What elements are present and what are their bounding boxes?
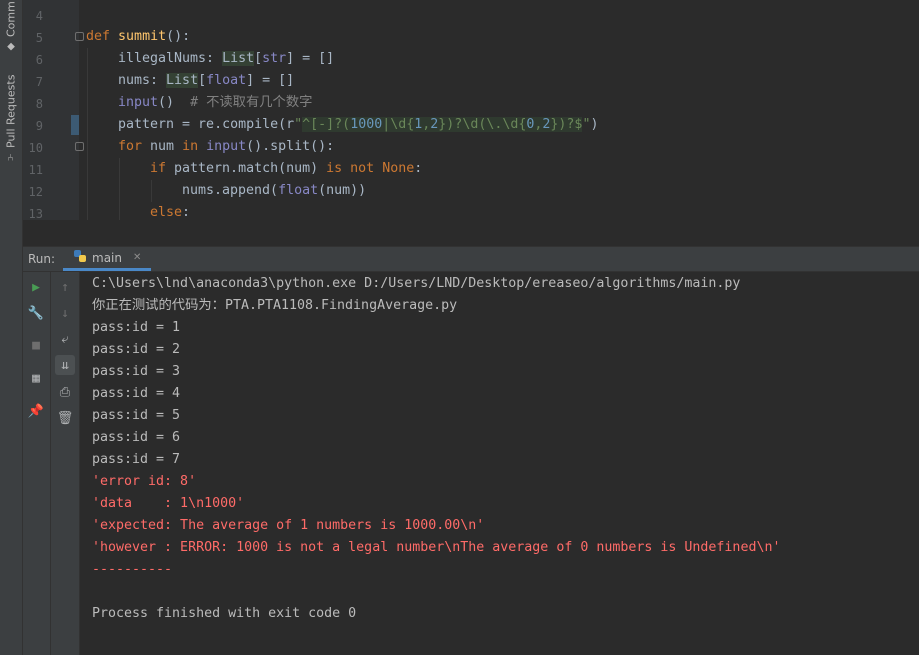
console-error-line: 'however : ERROR: 1000 is not a legal nu… [92, 540, 781, 555]
code-line-12: nums.append(float(num)) [182, 183, 367, 198]
console-error-line: 'error id: 8' [92, 474, 197, 489]
console-line: 你正在测试的代码为：PTA.PTA1108.FindingAverage.py [92, 298, 458, 313]
run-tab-main[interactable]: main ✕ [63, 247, 152, 271]
soft-wrap-icon[interactable]: ⤶ [55, 329, 75, 349]
code-editor[interactable]: 4 5 6 7 8 9 10 11 12 13 def summit(): il… [23, 0, 919, 220]
scroll-to-end-icon[interactable]: ⇊ [55, 355, 75, 375]
pull-request-icon: ⑂ [5, 152, 17, 162]
line-number: 10 [28, 141, 43, 155]
indent-guide [119, 158, 120, 220]
stop-icon[interactable]: ■ [26, 335, 46, 355]
run-toolbar-primary: ▶ 🔧 ■ ▦ 📌 [23, 272, 51, 655]
console-line: pass:id = 3 [92, 364, 181, 379]
run-toolbar-secondary: ↑ ↓ ⤶ ⇊ ⎙ 🗑 [51, 272, 80, 655]
code-line-6: illegalNums: List[str] = [] [118, 51, 335, 66]
line-number: 5 [35, 31, 43, 45]
print-icon[interactable]: ⎙ [55, 382, 75, 402]
line-number: 11 [28, 163, 43, 177]
trash-icon[interactable]: 🗑 [55, 408, 75, 428]
python-icon [73, 249, 87, 266]
pull-requests-tab-label: Pull Requests [4, 74, 18, 148]
pull-requests-tab[interactable]: ⑂ Pull Requests [2, 70, 20, 162]
code-line-8: input() # 不读取有几个数字 [118, 95, 313, 110]
indent-guide [87, 48, 88, 220]
run-tab-label: main [92, 250, 122, 265]
console-output[interactable]: C:\Users\lnd\anaconda3\python.exe D:/Use… [80, 272, 919, 655]
commit-tab[interactable]: ◆ Comm [2, 0, 20, 52]
rerun-icon[interactable]: ▶ [26, 277, 46, 297]
run-tool-window-header: Run: main ✕ [23, 247, 919, 272]
console-error-line: ---------- [92, 562, 173, 577]
code-line-5: def summit(): [86, 29, 191, 44]
line-number: 6 [35, 53, 43, 67]
console-line: pass:id = 7 [92, 452, 181, 467]
editor-gutter: 4 5 6 7 8 9 10 11 12 13 [23, 0, 84, 220]
arrow-down-icon[interactable]: ↓ [55, 303, 75, 323]
console-line: Process finished with exit code 0 [92, 606, 357, 621]
fold-marker-icon[interactable] [75, 142, 84, 151]
commit-icon: ◆ [5, 41, 17, 52]
console-line: C:\Users\lnd\anaconda3\python.exe D:/Use… [92, 276, 741, 291]
close-icon[interactable]: ✕ [133, 252, 141, 263]
line-number: 13 [28, 207, 43, 220]
run-label: Run: [28, 252, 56, 266]
line-number: 12 [28, 185, 43, 199]
line-number: 7 [35, 75, 43, 89]
console-line: pass:id = 2 [92, 342, 181, 357]
code-line-10: for num in input().split(): [118, 139, 335, 154]
panel-splitter[interactable] [23, 220, 919, 247]
code-line-13: else: [150, 205, 191, 220]
code-line-9: pattern = re.compile(r"^[-]?(1000|\d{1,2… [118, 117, 599, 132]
indent-guide [151, 180, 152, 202]
code-line-7: nums: List[float] = [] [118, 73, 295, 88]
console-line: pass:id = 5 [92, 408, 181, 423]
pin-icon[interactable]: 📌 [26, 401, 46, 421]
console-error-line: 'data : 1\n1000' [92, 496, 245, 511]
code-line-11: if pattern.match(num) is not None: [150, 161, 423, 176]
change-marker [71, 115, 79, 135]
line-number: 9 [35, 119, 43, 133]
line-number: 4 [35, 9, 43, 23]
console-line: pass:id = 4 [92, 386, 181, 401]
line-number: 8 [35, 97, 43, 111]
wrench-icon[interactable]: 🔧 [26, 303, 46, 323]
layout-icon[interactable]: ▦ [26, 368, 46, 388]
arrow-up-icon[interactable]: ↑ [55, 277, 75, 297]
fold-marker-icon[interactable] [75, 32, 84, 41]
console-error-line: 'expected: The average of 1 numbers is 1… [92, 518, 485, 533]
commit-tab-label: Comm [4, 1, 18, 37]
console-line: pass:id = 6 [92, 430, 181, 445]
console-line: pass:id = 1 [92, 320, 181, 335]
left-tool-strip: ◆ Comm ⑂ Pull Requests [0, 0, 23, 655]
